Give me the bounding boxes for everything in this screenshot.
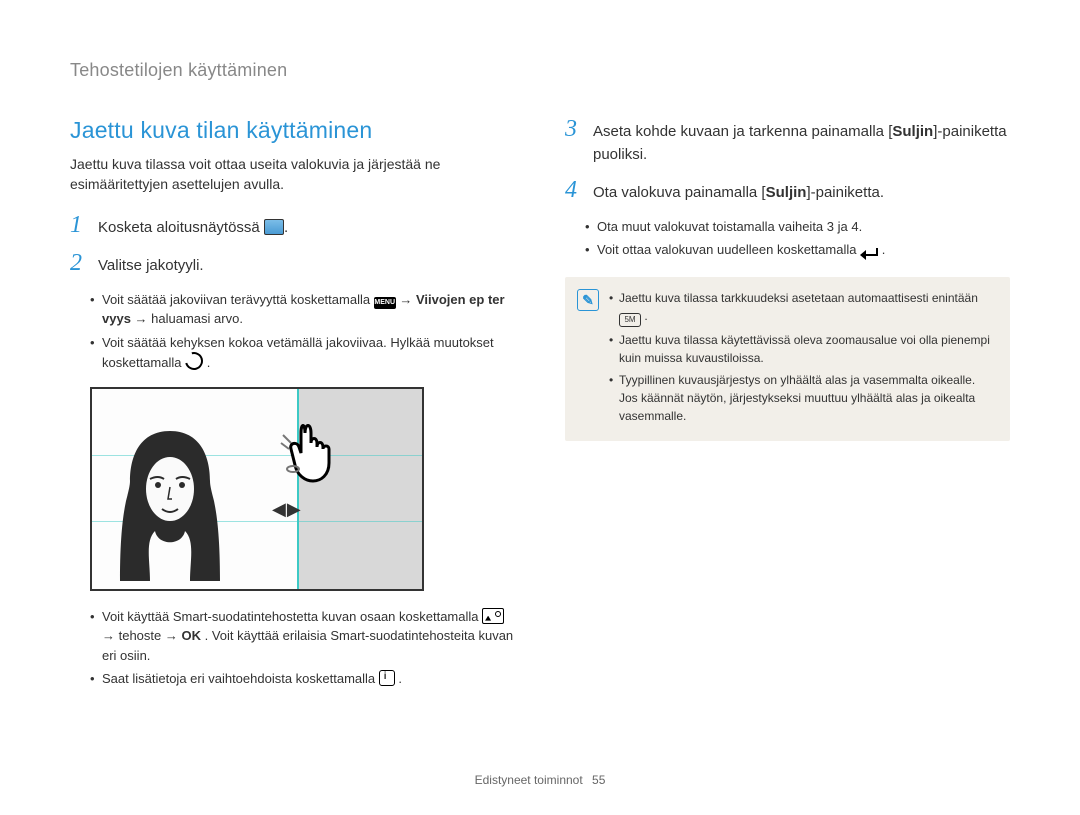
button-name: Suljin — [766, 184, 807, 201]
button-name: Suljin — [892, 123, 933, 140]
info-icon — [379, 670, 395, 686]
section-title: Jaettu kuva tilan käyttäminen — [70, 117, 515, 144]
step-2: 2 Valitse jakotyyli. — [70, 251, 515, 278]
text: Voit ottaa valokuvan uudelleen koskettam… — [597, 242, 860, 257]
note-box: ✎ Jaettu kuva tilassa tarkkuudeksi asete… — [565, 277, 1010, 441]
note-list: Jaettu kuva tilassa tarkkuudeksi aseteta… — [609, 289, 996, 425]
menu-icon: MENU — [374, 297, 396, 309]
step-number: 2 — [70, 251, 86, 275]
step-body: Valitse jakotyyli. — [98, 251, 515, 278]
resolution-badge: 5M — [619, 313, 641, 327]
left-column: Jaettu kuva tilan käyttäminen Jaettu kuv… — [70, 117, 515, 701]
step2-sublist-2: Voit käyttää Smart-suodatintehostetta ku… — [70, 607, 515, 689]
text: Voit säätää jakoviivan terävyyttä kosket… — [102, 292, 374, 307]
step2-sublist: Voit säätää jakoviivan terävyyttä kosket… — [70, 290, 515, 373]
page-footer: Edistyneet toiminnot 55 — [0, 773, 1080, 787]
text: → haluamasi arvo. — [135, 311, 243, 326]
touch-gesture-icon — [277, 409, 357, 494]
ok-icon: OK — [181, 626, 201, 646]
step2-sub-item: Saat lisätietoja eri vaihtoehdoista kosk… — [90, 669, 515, 689]
step-4: 4 Ota valokuva painamalla [Suljin]-paini… — [565, 178, 1010, 205]
step-body: Kosketa aloitusnäytössä . — [98, 213, 515, 240]
step-1: 1 Kosketa aloitusnäytössä . — [70, 213, 515, 240]
step-body: Aseta kohde kuvaan ja tarkenna painamall… — [593, 117, 1010, 166]
text: Jaettu kuva tilassa tarkkuudeksi aseteta… — [619, 291, 978, 305]
step4-sublist: Ota muut valokuvat toistamalla vaiheita … — [565, 217, 1010, 263]
text: Ota valokuva painamalla [ — [593, 184, 766, 201]
face-icon — [110, 421, 230, 586]
note-icon: ✎ — [577, 289, 599, 311]
text: Aseta kohde kuvaan ja tarkenna painamall… — [593, 123, 892, 140]
step-number: 3 — [565, 117, 581, 141]
step4-sub-item: Voit ottaa valokuvan uudelleen koskettam… — [585, 240, 1010, 263]
text: . — [882, 242, 886, 257]
text: Saat lisätietoja eri vaihtoehdoista kosk… — [102, 671, 379, 686]
text: . — [398, 671, 402, 686]
mode-icon — [264, 219, 284, 235]
text: → tehoste → — [102, 628, 181, 643]
step2-sub-item: Voit säätää jakoviivan terävyyttä kosket… — [90, 290, 515, 329]
note-item: Jaettu kuva tilassa käytettävissä oleva … — [609, 331, 996, 367]
page-number: 55 — [592, 773, 605, 787]
footer-section: Edistyneet toiminnot — [475, 773, 583, 787]
note-item: Jaettu kuva tilassa tarkkuudeksi aseteta… — [609, 289, 996, 327]
text: . — [644, 309, 647, 323]
right-column: 3 Aseta kohde kuvaan ja tarkenna painama… — [565, 117, 1010, 701]
step1-text: Kosketa aloitusnäytössä — [98, 219, 264, 236]
note-item: Tyypillinen kuvausjärjestys on ylhäältä … — [609, 371, 996, 425]
manual-page: Tehostetilojen käyttäminen Jaettu kuva t… — [0, 0, 1080, 815]
split-shot-illustration: ◀ ▶ — [90, 387, 424, 591]
step-number: 4 — [565, 178, 581, 202]
intro-paragraph: Jaettu kuva tilassa voit ottaa useita va… — [70, 154, 515, 195]
text: Voit käyttää Smart-suodatintehostetta ku… — [102, 609, 482, 624]
step2-text: Valitse jakotyyli. — [98, 257, 204, 274]
step4-sub-item: Ota muut valokuvat toistamalla vaiheita … — [585, 217, 1010, 237]
refresh-icon — [182, 349, 207, 374]
arrow-icon: → — [399, 292, 416, 307]
drag-arrows-icon: ◀ ▶ — [272, 499, 299, 520]
text: Voit säätää kehyksen kokoa vetämällä jak… — [102, 335, 494, 371]
return-icon — [860, 243, 878, 263]
step2-sub-item: Voit säätää kehyksen kokoa vetämällä jak… — [90, 333, 515, 373]
step-3: 3 Aseta kohde kuvaan ja tarkenna painama… — [565, 117, 1010, 166]
step-body: Ota valokuva painamalla [Suljin]-painike… — [593, 178, 1010, 205]
content-columns: Jaettu kuva tilan käyttäminen Jaettu kuv… — [70, 117, 1010, 701]
breadcrumb: Tehostetilojen käyttäminen — [70, 60, 1010, 81]
text: ]-painiketta. — [806, 184, 884, 201]
image-effect-icon — [482, 608, 504, 624]
step-number: 1 — [70, 213, 86, 237]
step2-sub-item: Voit käyttää Smart-suodatintehostetta ku… — [90, 607, 515, 666]
text: . — [207, 355, 211, 370]
